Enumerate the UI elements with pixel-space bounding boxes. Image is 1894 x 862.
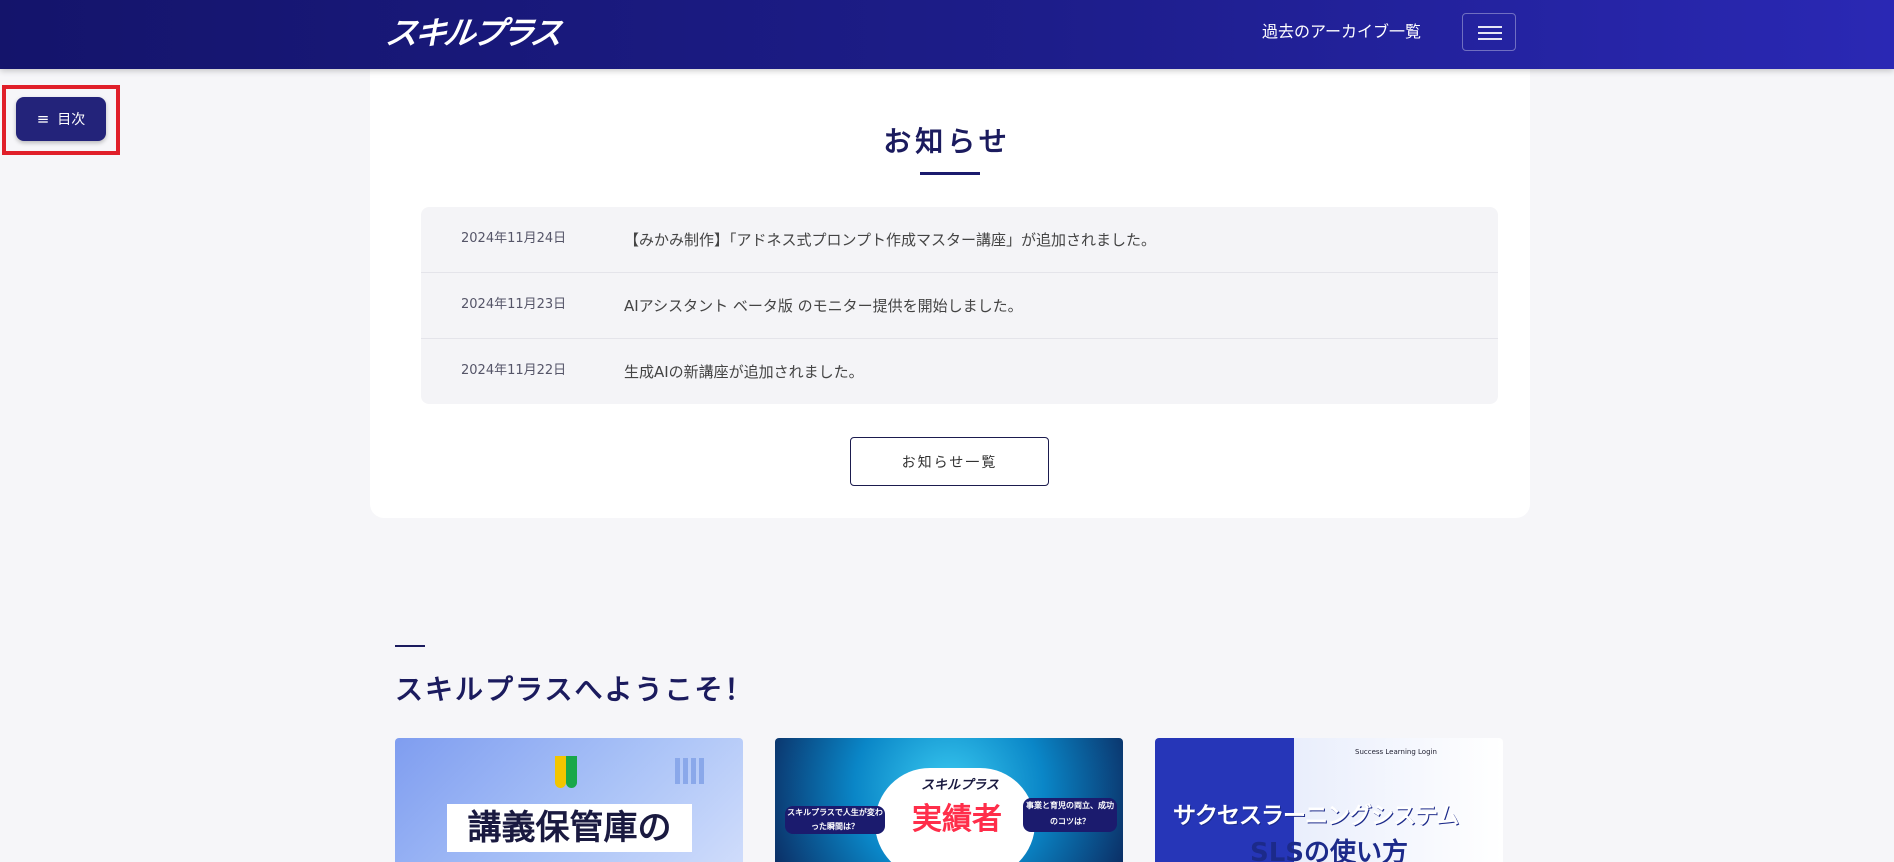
hamburger-icon[interactable] [1462,13,1516,51]
card-logo: スキルプラス [921,778,999,793]
card-subtitle: SLSの使い方 [1250,838,1409,862]
card-badge-right: 事業と育児の両立、成功のコツは？ [1023,798,1117,832]
beginner-leaf-icon [555,756,577,788]
card-badge-left: スキルプラスで人生が変わった瞬間は？ [785,806,885,834]
site-logo[interactable]: スキルプラス [383,14,562,52]
news-date: 2024年11月22日 [461,363,567,378]
news-item[interactable]: 2024年11月24日 【みかみ制作】「アドネス式プロンプト作成マスター講座」が… [421,207,1498,273]
news-item[interactable]: 2024年11月22日 生成AIの新講座が追加されました。 [421,339,1498,404]
news-list-button[interactable]: お知らせ一覧 [850,437,1049,486]
card-main-title: 実績者 [912,802,1002,837]
news-text[interactable]: AIアシスタント ベータ版 のモニター提供を開始しました。 [624,273,1023,339]
news-item[interactable]: 2024年11月23日 AIアシスタント ベータ版 のモニター提供を開始しました… [421,273,1498,339]
news-list: 2024年11月24日 【みかみ制作】「アドネス式プロンプト作成マスター講座」が… [421,207,1498,404]
welcome-accent-line [395,645,425,647]
news-title: お知らせ [883,125,1011,158]
news-text[interactable]: 【みかみ制作】「アドネス式プロンプト作成マスター講座」が追加されました。 [624,207,1156,273]
card-title: 講義保管庫の [447,804,692,852]
news-title-underline [920,172,980,175]
welcome-card-achievers-talk[interactable]: スキルプラス スキルプラスで人生が変わった瞬間は？ 実績者 事業と育児の両立、成… [775,738,1123,862]
card-title: サクセスラーニングシステム [1173,803,1459,829]
news-date: 2024年11月23日 [461,297,567,312]
news-date: 2024年11月24日 [461,231,567,246]
welcome-card-lecture-archive[interactable]: 講義保管庫の [395,738,743,862]
welcome-card-sls-guide[interactable]: Success Learning Login サクセスラーニングシステム SLS… [1155,738,1503,862]
card-small-text: Success Learning Login [1355,748,1437,756]
site-header: スキルプラス 過去のアーカイブ一覧 [0,0,1894,69]
archive-list-link[interactable]: 過去のアーカイブ一覧 [1262,20,1421,44]
books-icon [675,758,715,786]
news-text[interactable]: 生成AIの新講座が追加されました。 [624,339,864,404]
welcome-title: スキルプラスへようこそ！ [395,673,755,706]
